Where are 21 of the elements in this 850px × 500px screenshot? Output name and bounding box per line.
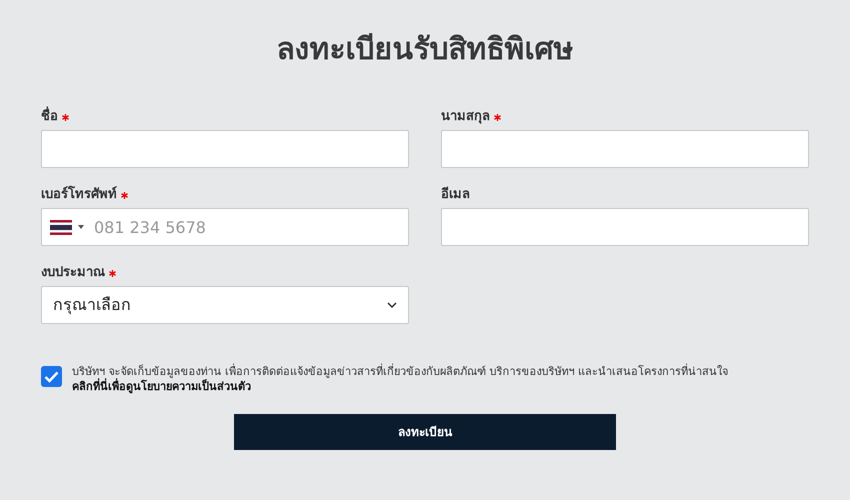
privacy-policy-link[interactable]: คลิกที่นี่เพื่อดูนโยบายความเป็นส่วนตัว xyxy=(72,380,251,393)
select-value: กรุณาเลือก xyxy=(53,294,131,316)
field-label: นามสกุล xyxy=(441,108,490,126)
checkmark-icon xyxy=(44,370,59,382)
text-input-field[interactable] xyxy=(441,130,809,168)
page-title: ลงทะเบียนรับสิทธิพิเศษ xyxy=(276,31,574,69)
field-label: อีเมล xyxy=(441,186,470,204)
field-label: งบประมาณ xyxy=(41,264,105,282)
text-input-field[interactable] xyxy=(441,208,809,246)
dropdown-arrow-icon[interactable] xyxy=(78,225,84,229)
thai-flag-icon[interactable] xyxy=(50,220,72,234)
text-input-field[interactable] xyxy=(41,130,409,168)
field-label: ชื่อ xyxy=(41,107,58,127)
consent-text: บริษัทฯ จะจัดเก็บข้อมูลของท่าน เพื่อการติดต่อแจ้งข้อมูลข่าวสารที่เกี่ยวข้องกับผลิตภัณฑ์ บริการของบริษัทฯ และนำเสนอโครงการที่น่าสนใจ คลิกที่นี่เพื่อดูนโยบายความเป็นส่วนตัว xyxy=(72,364,729,394)
consent-checkbox[interactable] xyxy=(41,366,62,387)
budget-select[interactable]: กรุณาเลือก xyxy=(41,286,409,324)
chevron-down-icon xyxy=(387,302,397,308)
phone-field[interactable]: 081 234 5678 xyxy=(41,208,409,246)
register-button[interactable]: ลงทะเบียน xyxy=(234,414,616,450)
field-label: เบอร์โทรศัพท์ xyxy=(41,185,117,204)
phone-number-input[interactable]: 081 234 5678 xyxy=(94,209,408,245)
